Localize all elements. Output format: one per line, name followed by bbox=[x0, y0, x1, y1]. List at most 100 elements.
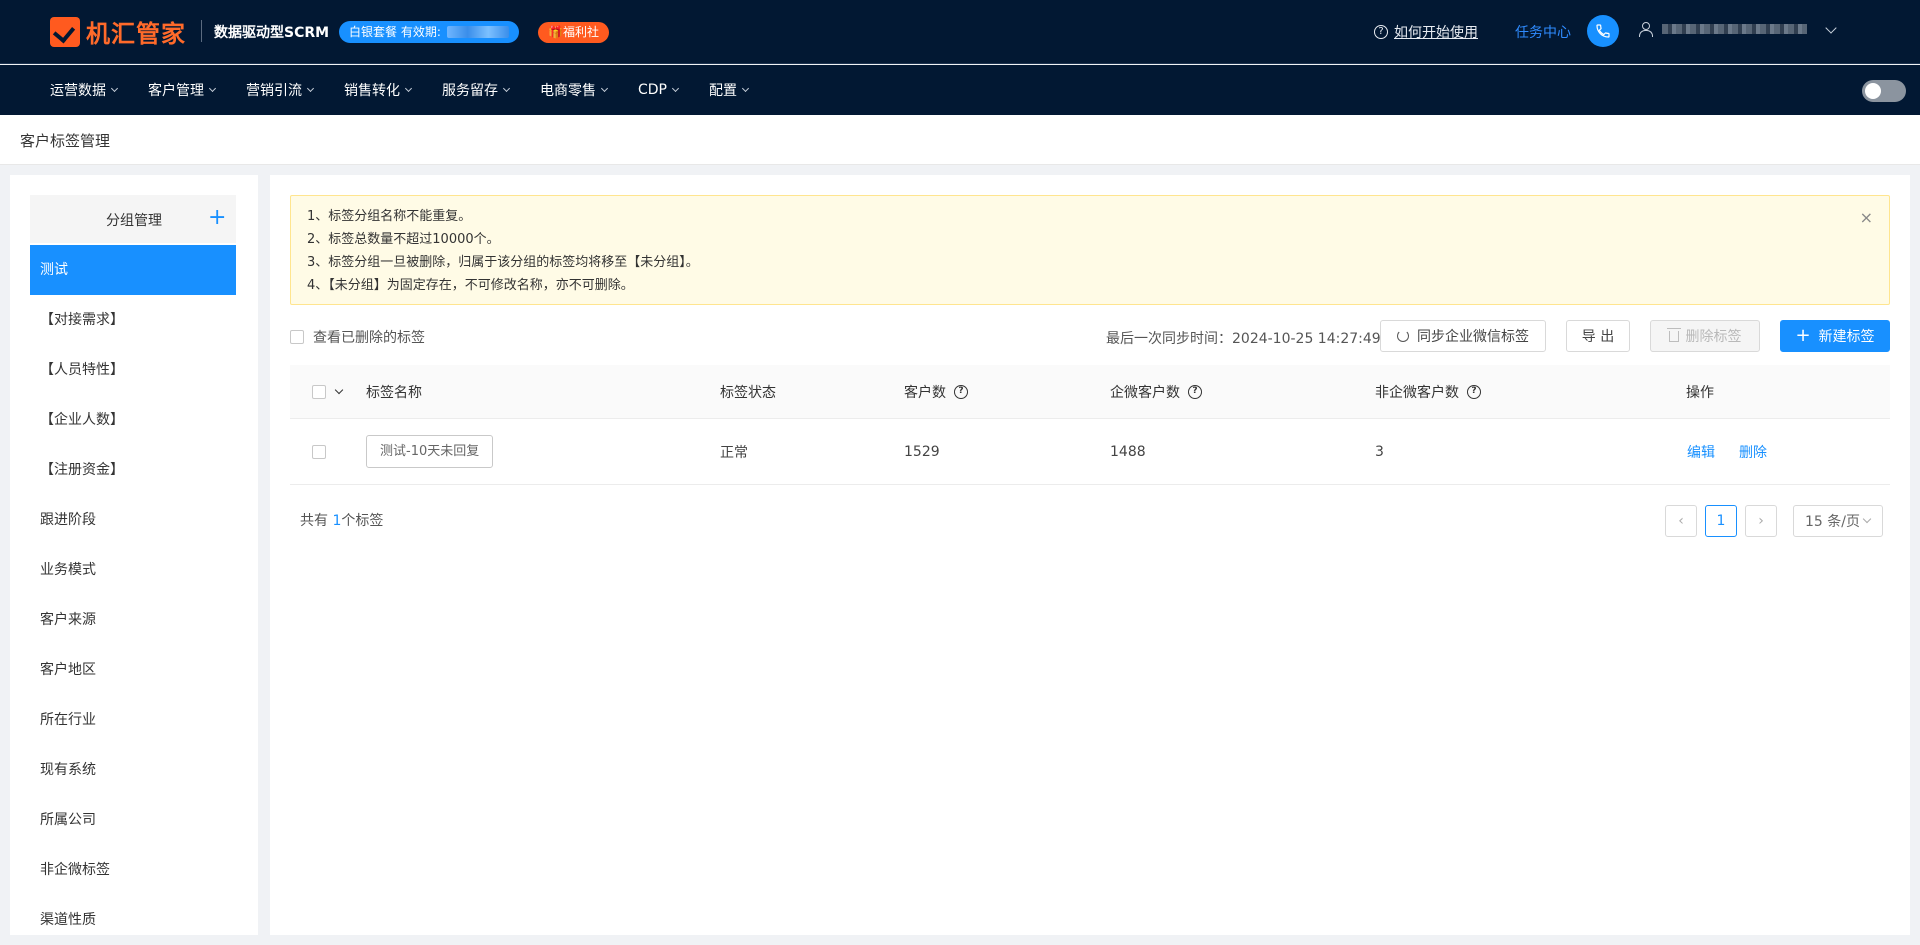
brand-logo[interactable]: 机汇管家 bbox=[50, 14, 186, 49]
show-deleted-checkbox[interactable]: 查看已删除的标签 bbox=[290, 327, 425, 347]
sync-wecom-tags-button[interactable]: 同步企业微信标签 bbox=[1380, 320, 1546, 352]
chevron-down-icon bbox=[110, 84, 119, 93]
group-item[interactable]: 非企微标签 bbox=[30, 845, 236, 895]
group-item[interactable]: 所属公司 bbox=[30, 795, 236, 845]
logo-divider bbox=[201, 20, 202, 42]
brand-subtitle: 数据驱动型SCRM bbox=[214, 25, 330, 41]
phone-icon bbox=[1596, 24, 1610, 38]
nav-item-operations[interactable]: 运营数据 bbox=[50, 80, 119, 100]
group-item[interactable]: 现有系统 bbox=[30, 745, 236, 795]
user-menu[interactable] bbox=[1638, 22, 1807, 37]
row-select[interactable] bbox=[312, 419, 326, 484]
trash-icon bbox=[1666, 327, 1681, 342]
edit-link[interactable]: 编辑 bbox=[1687, 442, 1715, 462]
help-link[interactable]: ? 如何开始使用 bbox=[1374, 22, 1478, 42]
nav-item-service[interactable]: 服务留存 bbox=[442, 80, 511, 100]
nav-item-config[interactable]: 配置 bbox=[709, 80, 750, 100]
help-label: 如何开始使用 bbox=[1394, 25, 1478, 41]
help-circle-icon[interactable]: ? bbox=[954, 384, 968, 399]
top-header: 机汇管家 数据驱动型SCRM 白银套餐 有效期: 🎁福利社 ? 如何开始使用 任… bbox=[0, 0, 1920, 64]
export-button[interactable]: 导 出 bbox=[1566, 320, 1630, 352]
chevron-down-icon bbox=[671, 84, 680, 93]
group-item[interactable]: 【对接需求】 bbox=[30, 295, 236, 345]
next-page-button[interactable]: › bbox=[1745, 505, 1777, 537]
brand-name: 机汇管家 bbox=[86, 20, 186, 48]
group-item[interactable]: 【人员特性】 bbox=[30, 345, 236, 395]
delete-link[interactable]: 删除 bbox=[1739, 442, 1767, 462]
total-count: 共有 1个标签 bbox=[300, 513, 384, 529]
chevron-right-icon: › bbox=[1758, 513, 1764, 529]
chevron-down-icon[interactable] bbox=[1825, 22, 1837, 34]
col-wecom-customers: 企微客户数 ? bbox=[1110, 365, 1202, 418]
new-tag-button[interactable]: + 新建标签 bbox=[1780, 320, 1890, 352]
group-list: 测试 【对接需求】 【人员特性】 【企业人数】 【注册资金】 跟进阶段 业务模式… bbox=[30, 245, 236, 935]
close-icon[interactable]: × bbox=[1860, 208, 1873, 227]
chevron-down-icon bbox=[208, 84, 217, 93]
customers-cell: 1529 bbox=[904, 443, 940, 460]
group-item[interactable]: 【企业人数】 bbox=[30, 395, 236, 445]
tag-main-panel: 1、标签分组名称不能重复。 2、标签总数量不超过10000个。 3、标签分组一旦… bbox=[270, 175, 1910, 935]
welfare-badge[interactable]: 🎁福利社 bbox=[538, 22, 609, 43]
user-icon bbox=[1638, 22, 1653, 37]
group-item[interactable]: 业务模式 bbox=[30, 545, 236, 595]
group-item[interactable]: 渠道性质 bbox=[30, 895, 236, 935]
chevron-down-icon bbox=[306, 84, 315, 93]
chevron-down-icon[interactable] bbox=[334, 385, 344, 394]
page-title: 客户标签管理 bbox=[20, 132, 111, 150]
help-circle-icon[interactable]: ? bbox=[1467, 384, 1481, 399]
plus-icon: + bbox=[1795, 325, 1811, 346]
page-button[interactable]: 1 bbox=[1705, 505, 1737, 537]
group-item[interactable]: 客户地区 bbox=[30, 645, 236, 695]
checkbox[interactable] bbox=[312, 444, 326, 459]
theme-toggle[interactable] bbox=[1862, 80, 1906, 102]
delete-tags-button[interactable]: 删除标签 bbox=[1650, 320, 1760, 352]
non-wecom-customers-cell: 3 bbox=[1375, 443, 1384, 460]
task-center-link[interactable]: 任务中心 bbox=[1515, 22, 1571, 42]
nav-item-cdp[interactable]: CDP bbox=[638, 82, 680, 98]
chevron-down-icon bbox=[1862, 514, 1872, 524]
col-non-wecom-customers: 非企微客户数 ? bbox=[1375, 365, 1481, 418]
group-sidebar: 分组管理 + 测试 【对接需求】 【人员特性】 【企业人数】 【注册资金】 跟进… bbox=[10, 175, 258, 935]
wecom-customers-cell: 1488 bbox=[1110, 443, 1146, 460]
table-header: 标签名称 标签状态 客户数 ? 企微客户数 ? 非企微客户数 ? 操作 bbox=[290, 365, 1890, 419]
logo-icon bbox=[50, 16, 80, 47]
refresh-icon bbox=[1397, 330, 1409, 342]
help-circle-icon[interactable]: ? bbox=[1188, 384, 1202, 399]
chevron-down-icon bbox=[502, 84, 511, 93]
user-name-redacted bbox=[1662, 24, 1807, 34]
prev-page-button[interactable]: ‹ bbox=[1665, 505, 1697, 537]
plan-label: 白银套餐 有效期: bbox=[349, 25, 441, 39]
select-all[interactable] bbox=[312, 365, 344, 418]
page-size-select[interactable]: 15 条/页 bbox=[1793, 505, 1883, 537]
col-actions: 操作 bbox=[1686, 384, 1714, 401]
checkbox[interactable] bbox=[312, 384, 326, 399]
group-item[interactable]: 所在行业 bbox=[30, 695, 236, 745]
checkbox[interactable] bbox=[290, 330, 304, 344]
plan-expiry-redacted bbox=[446, 26, 509, 38]
tag-table: 标签名称 标签状态 客户数 ? 企微客户数 ? 非企微客户数 ? 操作 测试-1… bbox=[290, 365, 1890, 485]
nav-item-marketing[interactable]: 营销引流 bbox=[246, 80, 315, 100]
notice-line: 3、标签分组一旦被删除，归属于该分组的标签均将移至【未分组】。 bbox=[307, 255, 699, 270]
chevron-down-icon bbox=[741, 84, 750, 93]
tag-status-cell: 正常 bbox=[720, 444, 748, 461]
last-sync-time: 最后一次同步时间：2024-10-25 14:27:49 bbox=[1106, 331, 1381, 347]
phone-button[interactable] bbox=[1587, 15, 1619, 47]
group-item[interactable]: 测试 bbox=[30, 245, 236, 295]
page-header: 客户标签管理 bbox=[0, 115, 1920, 165]
notice-line: 4、【未分组】为固定存在，不可修改名称，亦不可删除。 bbox=[307, 278, 634, 293]
tag-chip[interactable]: 测试-10天未回复 bbox=[366, 435, 494, 468]
actions-cell: 编辑 删除 bbox=[1687, 419, 1791, 484]
nav-item-customers[interactable]: 客户管理 bbox=[148, 80, 217, 100]
group-header: 分组管理 + bbox=[30, 195, 236, 243]
group-item[interactable]: 【注册资金】 bbox=[30, 445, 236, 495]
chevron-down-icon bbox=[600, 84, 609, 93]
notice-alert: 1、标签分组名称不能重复。 2、标签总数量不超过10000个。 3、标签分组一旦… bbox=[290, 195, 1890, 305]
plus-icon[interactable]: + bbox=[208, 205, 226, 231]
plan-badge[interactable]: 白银套餐 有效期: bbox=[339, 21, 519, 43]
nav-item-ecommerce[interactable]: 电商零售 bbox=[540, 80, 609, 100]
group-item[interactable]: 跟进阶段 bbox=[30, 495, 236, 545]
group-header-label: 分组管理 bbox=[106, 213, 162, 229]
group-item[interactable]: 客户来源 bbox=[30, 595, 236, 645]
notice-line: 1、标签分组名称不能重复。 bbox=[307, 209, 472, 224]
nav-item-sales[interactable]: 销售转化 bbox=[344, 80, 413, 100]
